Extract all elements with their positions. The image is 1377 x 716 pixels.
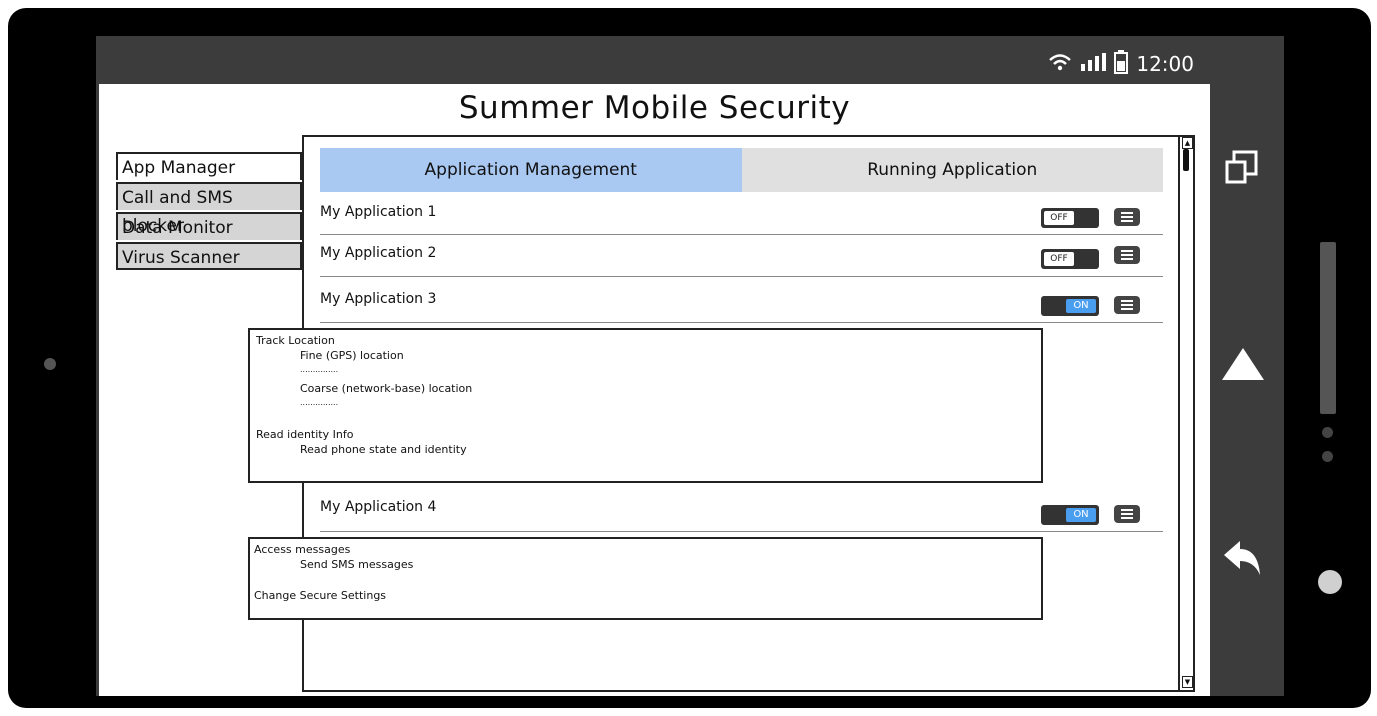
app-title: Summer Mobile Security (458, 90, 851, 126)
recent-apps-icon[interactable] (1222, 148, 1262, 192)
app-name: My Application 1 (320, 204, 437, 220)
toggle-label: OFF (1044, 252, 1074, 266)
toggle-label: ON (1066, 299, 1096, 313)
side-dot (1322, 451, 1333, 462)
app-toggle[interactable]: OFF (1041, 249, 1099, 269)
permission-dots: ............... (300, 365, 339, 374)
status-bar: 12:00 (96, 36, 1210, 84)
menu-icon[interactable] (1114, 208, 1140, 226)
permission-item: Send SMS messages (300, 558, 414, 571)
status-clock: 12:00 (1136, 52, 1194, 76)
permission-box: Track Location Fine (GPS) location .....… (248, 328, 1043, 483)
permission-item: Coarse (network-base) location (300, 382, 473, 395)
permission-item: Read phone state and identity (300, 443, 467, 456)
side-dot (1322, 427, 1333, 438)
home-icon[interactable] (1220, 346, 1266, 386)
menu-icon[interactable] (1114, 296, 1140, 314)
battery-icon (1114, 50, 1129, 78)
tab-running-application[interactable]: Running Application (741, 148, 1163, 192)
permission-group: Track Location (256, 334, 335, 347)
toggle-label: OFF (1044, 211, 1074, 225)
front-camera (44, 358, 56, 370)
permission-group: Change Secure Settings (254, 589, 387, 602)
scrollbar[interactable]: ▲ ▼ (1178, 135, 1194, 690)
sidebar-item-data-monitor[interactable]: Data Monitor (116, 212, 302, 240)
app-row: My Application 3 ON (320, 277, 1163, 323)
wifi-icon (1048, 53, 1072, 75)
sidebar-item-call-sms-blocker[interactable]: Call and SMS blocker (116, 182, 302, 236)
hardware-button[interactable] (1318, 570, 1342, 594)
scroll-down-icon[interactable]: ▼ (1182, 676, 1193, 688)
menu-icon[interactable] (1114, 505, 1140, 523)
menu-icon[interactable] (1114, 246, 1140, 264)
permission-item: Fine (GPS) location (300, 349, 404, 362)
app-toggle[interactable]: ON (1041, 505, 1099, 525)
app-toggle[interactable]: OFF (1041, 208, 1099, 228)
sidebar-item-virus-scanner[interactable]: Virus Scanner (116, 242, 302, 270)
app-name: My Application 3 (320, 291, 437, 307)
scroll-up-icon[interactable]: ▲ (1182, 137, 1193, 149)
permission-group: Access messages (254, 543, 351, 556)
permission-box: Access messages Send SMS messages Change… (248, 537, 1043, 620)
back-icon[interactable] (1220, 539, 1266, 583)
sidebar-item-app-manager[interactable]: App Manager (116, 152, 302, 180)
permission-dots: ............... (300, 398, 339, 407)
app-row: My Application 4 ON (320, 487, 1163, 532)
navigation-bar (1210, 36, 1284, 696)
signal-icon (1080, 53, 1107, 75)
app-name: My Application 4 (320, 499, 437, 515)
tab-bar: Application Management Running Applicati… (320, 148, 1163, 192)
permission-group: Read identity Info (256, 428, 354, 441)
sidebar: App Manager Call and SMS blocker Data Mo… (116, 152, 302, 270)
tab-application-management[interactable]: Application Management (320, 148, 742, 192)
app-toggle[interactable]: ON (1041, 296, 1099, 316)
side-slider (1320, 242, 1336, 414)
app-row: My Application 2 OFF (320, 235, 1163, 277)
toggle-label: ON (1066, 508, 1096, 522)
app-row: My Application 1 OFF (320, 194, 1163, 235)
scroll-thumb[interactable] (1183, 149, 1189, 171)
app-name: My Application 2 (320, 245, 437, 261)
